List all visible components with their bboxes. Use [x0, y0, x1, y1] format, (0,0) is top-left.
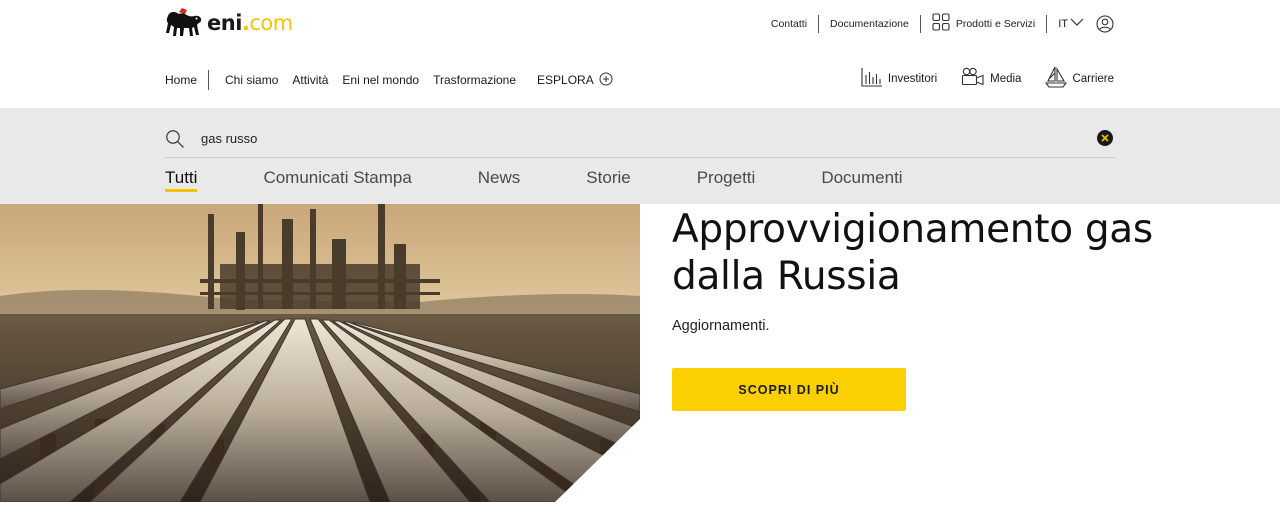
nav-home[interactable]: Home — [165, 73, 197, 87]
six-legged-dog-icon — [165, 6, 203, 40]
search-input[interactable] — [201, 131, 1061, 146]
explore-label: ESPLORA — [537, 73, 594, 87]
language-label: IT — [1058, 17, 1068, 30]
tab-comunicati-stampa[interactable]: Comunicati Stampa — [263, 168, 411, 194]
divider — [208, 70, 210, 90]
hero-image — [0, 204, 640, 502]
chevron-down-icon — [1070, 17, 1084, 30]
hero-title: Approvvigionamento gas dalla Russia — [672, 207, 1153, 299]
language-selector[interactable]: IT — [1058, 17, 1084, 30]
tab-tutti[interactable]: Tutti — [165, 168, 198, 194]
hero-subtitle: Aggiornamenti. — [672, 318, 770, 334]
logo-wordmark: eni.com — [207, 11, 293, 35]
clear-icon[interactable] — [1097, 130, 1113, 146]
search-bar — [165, 120, 1115, 158]
investors-link[interactable]: Investitori — [861, 66, 937, 91]
discover-more-button[interactable]: SCOPRI DI PIÙ — [672, 368, 906, 411]
divider — [1046, 14, 1048, 33]
divider — [919, 14, 921, 33]
eni-logo[interactable]: eni.com — [165, 6, 293, 40]
explore-button[interactable]: ESPLORA — [537, 72, 613, 89]
main-nav: Home Chi siamo Attività Eni nel mondo Tr… — [0, 60, 1280, 100]
media-label: Media — [990, 72, 1022, 85]
search-icon[interactable] — [165, 129, 185, 149]
camera-icon — [961, 67, 985, 90]
contacts-link[interactable]: Contatti — [771, 18, 807, 30]
nav-chi-siamo[interactable]: Chi siamo — [225, 73, 278, 87]
nav-trasformazione[interactable]: Trasformazione — [433, 73, 516, 87]
search-panel: Tutti Comunicati Stampa News Storie Prog… — [0, 108, 1280, 204]
tab-news[interactable]: News — [478, 168, 521, 194]
grid-icon — [932, 13, 950, 34]
search-tabs: Tutti Comunicati Stampa News Storie Prog… — [165, 168, 969, 194]
investors-label: Investitori — [887, 72, 938, 85]
careers-label: Carriere — [1072, 72, 1114, 85]
tab-storie[interactable]: Storie — [586, 168, 630, 194]
user-icon[interactable] — [1096, 14, 1114, 33]
nav-attivita[interactable]: Attività — [292, 73, 328, 87]
documentation-link[interactable]: Documentazione — [830, 18, 909, 30]
careers-link[interactable]: Carriere — [1045, 66, 1114, 91]
products-services-label: Prodotti e Servizi — [955, 17, 1036, 30]
bar-chart-icon — [861, 66, 883, 91]
plus-circle-icon — [599, 72, 613, 89]
utility-nav: Contatti Documentazione Prodotti e Servi… — [771, 13, 1114, 34]
divider — [818, 14, 820, 33]
top-header: eni.com Contatti Documentazione Prodotti… — [0, 0, 1280, 52]
nav-eni-nel-mondo[interactable]: Eni nel mondo — [342, 73, 419, 87]
sailboat-icon — [1045, 66, 1068, 91]
media-link[interactable]: Media — [961, 67, 1021, 90]
products-services-link[interactable]: Prodotti e Servizi — [932, 13, 1035, 34]
tab-documenti[interactable]: Documenti — [821, 168, 902, 194]
tab-progetti[interactable]: Progetti — [697, 168, 756, 194]
